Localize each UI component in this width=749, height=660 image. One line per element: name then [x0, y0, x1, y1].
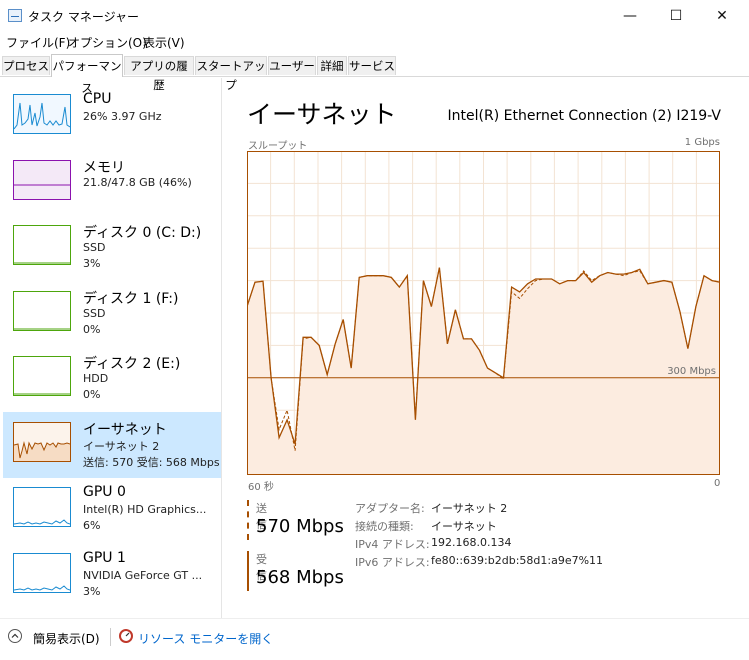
- sidebar-item-2[interactable]: メモリ 21.8/47.8 GB (46%): [3, 150, 221, 216]
- sidebar-item-detail: SSD: [83, 306, 106, 320]
- sidebar-item-4[interactable]: ディスク 1 (F:) SSD 0%: [3, 281, 221, 347]
- sidebar-item-detail: 0%: [83, 388, 101, 401]
- task-manager-app-icon: [8, 9, 22, 22]
- title-bar: タスク マネージャー — ☐ ✕: [0, 0, 749, 32]
- sidebar-item-6[interactable]: イーサネット イーサネット 2 送信: 570 受信: 568 Mbps: [3, 411, 221, 478]
- tab-services[interactable]: サービス: [348, 56, 396, 75]
- window-title: タスク マネージャー: [28, 10, 139, 24]
- menu-file[interactable]: ファイル(F): [6, 34, 70, 51]
- sidebar-item-title: CPU: [83, 91, 112, 107]
- maximize-icon: ☐: [669, 8, 683, 24]
- tab-users[interactable]: ユーザー: [268, 56, 316, 75]
- disk-graph-thumbnail: [13, 225, 71, 265]
- minimize-button[interactable]: —: [607, 0, 653, 32]
- sidebar-item-detail: Intel(R) HD Graphics...: [83, 503, 207, 516]
- reference-line-label: 300 Mbps: [667, 366, 716, 377]
- sidebar-item-7[interactable]: GPU 0 Intel(R) HD Graphics... 6%: [3, 477, 221, 543]
- throughput-chart: 300 Mbps: [247, 151, 720, 475]
- memory-graph-thumbnail: [13, 159, 71, 200]
- sidebar-item-detail: 26% 3.97 GHz: [83, 110, 162, 123]
- sidebar-item-3[interactable]: ディスク 0 (C: D:) SSD 3%: [3, 215, 221, 281]
- sidebar-item-title: GPU 1: [83, 549, 126, 566]
- sidebar-item-5[interactable]: ディスク 2 (E:) HDD 0%: [3, 346, 221, 412]
- sidebar-item-title: GPU 0: [83, 484, 126, 500]
- detail-key: アダプター名:: [355, 502, 425, 515]
- detail-value: fe80::639:b2db:58d1:a9e7%11: [431, 554, 604, 567]
- sidebar-item-detail: イーサネット 2: [83, 439, 160, 453]
- tab-strip: プロセス パフォーマンス アプリの履歴 スタートアップ ユーザー 詳細 サービス: [0, 54, 749, 95]
- detail-key: IPv6 アドレス:: [355, 556, 430, 569]
- maximize-button[interactable]: ☐: [653, 0, 699, 32]
- receive-legend-bar: [247, 551, 249, 591]
- sidebar-item-title: ディスク 0 (C: D:): [83, 225, 202, 241]
- disk-graph-thumbnail: [13, 356, 71, 396]
- tab-processes[interactable]: プロセス: [2, 56, 50, 75]
- tab-details[interactable]: 詳細: [317, 56, 347, 75]
- tab-startup[interactable]: スタートアップ: [195, 56, 267, 92]
- sidebar-item-1[interactable]: CPU 26% 3.97 GHz: [3, 84, 221, 150]
- sidebar-item-detail: NVIDIA GeForce GT ...: [83, 568, 203, 582]
- open-resource-monitor-link[interactable]: リソース モニターを開く: [138, 630, 273, 647]
- sidebar-item-detail: 0%: [83, 322, 101, 336]
- sidebar-item-detail: 21.8/47.8 GB (46%): [83, 175, 192, 189]
- sidebar-item-title: イーサネット: [83, 421, 167, 438]
- send-legend-bar: [247, 500, 249, 540]
- tab-performance[interactable]: パフォーマンス: [51, 54, 123, 95]
- sidebar-item-detail: 3%: [83, 584, 101, 598]
- sidebar-item-title: メモリ: [83, 159, 125, 176]
- detail-value: イーサネット 2: [431, 502, 508, 515]
- close-icon: ✕: [716, 8, 728, 24]
- max-scale-label: 1 Gbps: [684, 137, 720, 148]
- fewer-details-link[interactable]: 簡易表示(D): [33, 630, 100, 647]
- cpu-graph-thumbnail: [13, 94, 71, 134]
- sidebar-item-detail: 送信: 570 受信: 568 Mbps: [83, 455, 220, 469]
- sidebar-item-title: ディスク 1 (F:): [83, 290, 179, 307]
- ethernet-graph-thumbnail: [13, 421, 71, 462]
- close-button[interactable]: ✕: [699, 0, 745, 32]
- x-axis-left-label: 60 秒: [248, 482, 274, 493]
- throughput-label: スループット: [248, 141, 308, 152]
- sidebar-item-8[interactable]: GPU 1 NVIDIA GeForce GT ... 3%: [3, 543, 221, 609]
- detail-value: 192.168.0.134: [431, 536, 512, 549]
- resource-sidebar: CPU 26% 3.97 GHz メモリ 21.8/47.8 GB (46%) ディスク…: [0, 78, 222, 618]
- footer-bar: 簡易表示(D) リソース モニターを開く: [0, 618, 749, 660]
- footer-divider: [110, 628, 111, 646]
- disk-graph-thumbnail: [13, 290, 71, 331]
- gpu-graph-thumbnail: [13, 487, 71, 527]
- menu-bar: ファイル(F) オプション(O) 表示(V): [0, 32, 749, 52]
- sidebar-item-detail: SSD: [83, 241, 106, 254]
- tab-app-history[interactable]: アプリの履歴: [124, 56, 194, 92]
- sidebar-item-title: ディスク 2 (E:): [83, 356, 181, 372]
- menu-options[interactable]: オプション(O): [68, 34, 147, 51]
- sidebar-item-detail: HDD: [83, 372, 109, 385]
- receive-value: 568 Mbps: [256, 567, 344, 588]
- detail-value: イーサネット: [431, 520, 497, 533]
- menu-view[interactable]: 表示(V): [143, 34, 185, 51]
- resource-monitor-icon: [119, 629, 133, 643]
- page-title: イーサネット: [247, 100, 397, 129]
- detail-key: IPv4 アドレス:: [355, 538, 430, 551]
- sidebar-item-detail: 6%: [83, 519, 101, 532]
- sidebar-item-detail: 3%: [83, 257, 101, 270]
- gpu-graph-thumbnail: [13, 552, 71, 593]
- x-axis-right-label: 0: [714, 478, 721, 489]
- detail-key: 接続の種類:: [355, 520, 414, 533]
- minimize-icon: —: [623, 8, 637, 24]
- adapter-model: Intel(R) Ethernet Connection (2) I219-V: [447, 108, 721, 124]
- send-value: 570 Mbps: [256, 516, 344, 537]
- chevron-up-icon[interactable]: [8, 629, 22, 643]
